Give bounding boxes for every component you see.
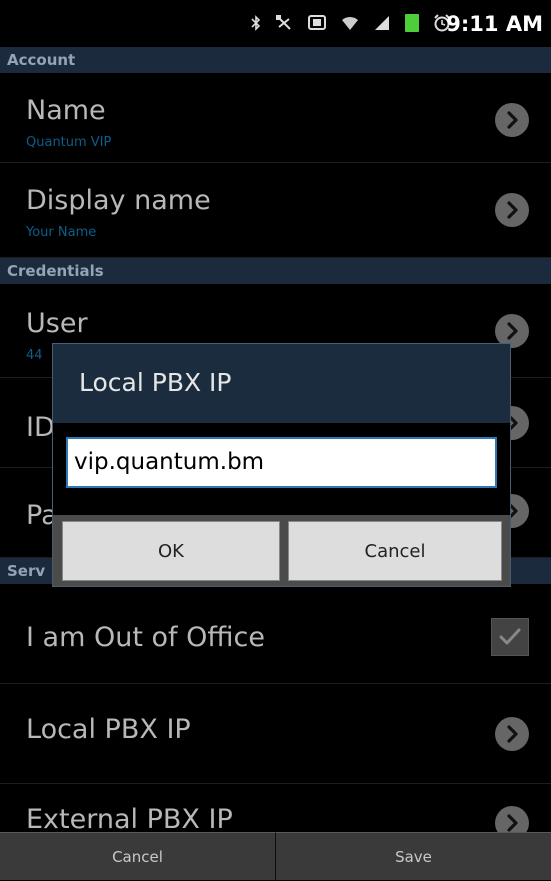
setting-row-local-pbx-ip[interactable]: Local PBX IP (0, 684, 551, 784)
dialog-cancel-button[interactable]: Cancel (288, 521, 502, 581)
setting-value: Your Name (26, 225, 97, 240)
bottom-save-button[interactable]: Save (275, 832, 551, 880)
setting-row-external-pbx-ip[interactable]: External PBX IP (0, 784, 551, 840)
battery-icon (405, 14, 419, 32)
setting-title: External PBX IP (26, 804, 233, 835)
setting-title: Local PBX IP (26, 714, 191, 745)
wifi-icon (341, 14, 359, 32)
usb-icon (275, 14, 293, 32)
setting-title: User (26, 308, 88, 339)
setting-row-name[interactable]: Name Quantum VIP (0, 73, 551, 163)
dialog-button-bar: OK Cancel (53, 515, 510, 586)
dialog-ok-button[interactable]: OK (62, 521, 280, 581)
screen-icon (307, 14, 327, 32)
local-pbx-ip-dialog: Local PBX IP vip.quantum.bm OK Cancel (52, 343, 511, 587)
status-time: 9:11 AM (446, 12, 543, 36)
setting-row-out-of-office[interactable]: I am Out of Office (0, 584, 551, 684)
section-header-credentials: Credentials (0, 258, 551, 284)
chevron-right-icon (495, 103, 529, 137)
bottom-cancel-button[interactable]: Cancel (0, 832, 275, 880)
bluetooth-icon (251, 14, 261, 32)
status-bar: 9:11 AM (0, 0, 551, 47)
section-header-account: Account (0, 47, 551, 73)
status-icons (251, 14, 451, 32)
setting-title: Name (26, 95, 106, 126)
setting-row-display-name[interactable]: Display name Your Name (0, 163, 551, 258)
dialog-title: Local PBX IP (79, 368, 232, 397)
setting-title: Display name (26, 185, 211, 216)
signal-icon (373, 14, 391, 32)
setting-value: 44 (26, 348, 43, 363)
setting-title: ID (26, 412, 55, 443)
out-of-office-checkbox[interactable] (491, 618, 529, 656)
setting-value: Quantum VIP (26, 135, 112, 150)
dialog-body: vip.quantum.bm (53, 423, 510, 515)
chevron-right-icon (495, 193, 529, 227)
chevron-right-icon (495, 717, 529, 751)
setting-title: I am Out of Office (26, 622, 265, 653)
bottom-action-bar: Cancel Save (0, 832, 551, 880)
pbx-ip-input[interactable]: vip.quantum.bm (66, 437, 497, 488)
